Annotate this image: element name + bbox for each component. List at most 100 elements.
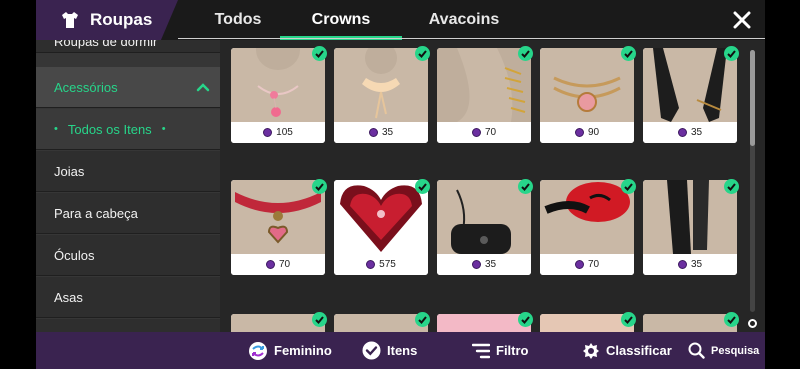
left-bezel: [0, 0, 36, 369]
owned-check-icon: [621, 46, 636, 61]
close-button[interactable]: [729, 6, 755, 34]
sidebar-item-more[interactable]: [36, 319, 220, 332]
crown-coin-icon: [471, 128, 481, 137]
owned-check-icon: [415, 312, 430, 327]
item-price: 70: [437, 122, 531, 143]
gender-swap-icon: [249, 341, 267, 360]
crown-coin-icon: [574, 128, 584, 137]
page-title: Roupas: [90, 10, 153, 29]
tab-avacoins[interactable]: Avacoins: [402, 0, 526, 40]
owned-check-icon: [518, 46, 533, 61]
grid-scrollbar-thumb[interactable]: [750, 50, 755, 146]
owned-check-icon: [415, 179, 430, 194]
red-collar-heart-icon: [235, 192, 321, 244]
item-price: 90: [540, 122, 634, 143]
shop-brand: Roupas: [36, 0, 178, 40]
choker-necklace-icon: [256, 48, 300, 117]
right-bezel: [765, 0, 800, 369]
crown-coin-icon: [471, 260, 481, 269]
item-price: 70: [540, 254, 634, 275]
item-price: 35: [643, 254, 737, 275]
items-label: Itens: [387, 343, 418, 358]
owned-check-icon: [518, 179, 533, 194]
top-bar: Roupas Todos Crowns Avacoins: [36, 0, 765, 40]
crown-coin-icon: [263, 128, 273, 137]
sidebar-item-label: Óculos: [54, 247, 95, 263]
bow-collar-icon: [362, 48, 400, 119]
crown-coin-icon: [366, 260, 376, 269]
bullet-icon: •: [161, 123, 166, 135]
bottom-toolbar: Feminino Itens Filtro Classificar Pesqui…: [36, 332, 765, 369]
badge-star-icon: [583, 342, 599, 359]
sidebar-item-label: Asas: [54, 289, 83, 305]
close-icon: [733, 11, 751, 29]
sidebar-item-label: Todos os Itens: [67, 121, 152, 137]
shirt-icon: [62, 12, 78, 28]
owned-check-icon: [312, 312, 327, 327]
search-label: Pesquisa: [711, 344, 760, 357]
item-card[interactable]: 35: [334, 48, 428, 143]
item-card[interactable]: 105: [231, 48, 325, 143]
item-card[interactable]: 70: [231, 180, 325, 275]
item-card[interactable]: 70: [540, 180, 634, 275]
item-card[interactable]: [334, 314, 428, 332]
item-card[interactable]: [540, 314, 634, 332]
item-card[interactable]: 575: [334, 180, 428, 275]
category-sidebar: Roupas de dormir Acessórios • Todos os I…: [36, 40, 220, 332]
item-price: 70: [231, 254, 325, 275]
item-card[interactable]: 35: [643, 48, 737, 143]
crown-coin-icon: [574, 260, 584, 269]
sidebar-item-joias[interactable]: Joias: [36, 151, 220, 192]
check-circle-icon: [362, 341, 381, 360]
red-cap-icon: [544, 182, 630, 222]
bullet-icon: •: [54, 123, 58, 135]
sidebar-item-para-a-cabeca[interactable]: Para a cabeça: [36, 193, 220, 234]
tab-todos[interactable]: Todos: [196, 0, 280, 40]
item-card[interactable]: 35: [437, 180, 531, 275]
owned-check-icon: [621, 179, 636, 194]
crown-coin-icon: [265, 260, 275, 269]
shop-app: Roupas Todos Crowns Avacoins Roupas de d…: [36, 0, 765, 369]
item-card[interactable]: [437, 314, 531, 332]
filter-lines-icon: [472, 343, 490, 358]
item-card[interactable]: 90: [540, 48, 634, 143]
arm-bracelet-icon: [437, 48, 531, 122]
item-price: 35: [334, 122, 428, 143]
tab-crowns[interactable]: Crowns: [280, 0, 402, 40]
sidebar-item-acessorios[interactable]: Acessórios: [36, 67, 220, 108]
sidebar-item-oculos[interactable]: Óculos: [36, 235, 220, 276]
sidebar-item-roupas-de-dormir[interactable]: Roupas de dormir: [36, 40, 220, 53]
owned-check-icon: [724, 179, 739, 194]
black-bag-icon: [451, 189, 511, 254]
item-card[interactable]: [643, 314, 737, 332]
sort-button[interactable]: Classificar: [582, 332, 672, 369]
item-card[interactable]: [231, 314, 325, 332]
crown-coin-icon: [677, 128, 687, 137]
feminine-toggle-button[interactable]: Feminino: [248, 332, 332, 369]
black-gloves-icon: [653, 48, 727, 122]
black-scarf-icon: [667, 180, 709, 254]
crown-coin-icon: [677, 260, 687, 269]
crown-coin-icon: [368, 128, 378, 137]
tab-bar: Todos Crowns Avacoins: [196, 0, 526, 40]
sidebar-item-label: Para a cabeça: [54, 205, 138, 221]
item-grid: 105 35 70 90 35 70 575 35 70 35: [220, 40, 765, 332]
sidebar-item-label: Acessórios: [54, 79, 118, 95]
filter-label: Filtro: [496, 343, 529, 358]
sidebar-item-todos-os-itens[interactable]: • Todos os Itens •: [36, 109, 220, 150]
search-button[interactable]: Pesquisa: [688, 332, 759, 369]
heart-wings-icon: [340, 185, 422, 252]
item-price: 575: [334, 254, 428, 275]
owned-check-icon: [312, 46, 327, 61]
items-filter-button[interactable]: Itens: [362, 332, 417, 369]
owned-check-icon: [518, 312, 533, 327]
sidebar-item-label: Roupas de dormir: [54, 40, 158, 49]
owned-check-icon: [724, 46, 739, 61]
filter-button[interactable]: Filtro: [472, 332, 529, 369]
item-card[interactable]: 70: [437, 48, 531, 143]
owned-check-icon: [415, 46, 430, 61]
sidebar-item-label: Joias: [54, 163, 85, 179]
item-card[interactable]: 35: [643, 180, 737, 275]
sort-label: Classificar: [606, 343, 672, 358]
sidebar-item-asas[interactable]: Asas: [36, 277, 220, 318]
